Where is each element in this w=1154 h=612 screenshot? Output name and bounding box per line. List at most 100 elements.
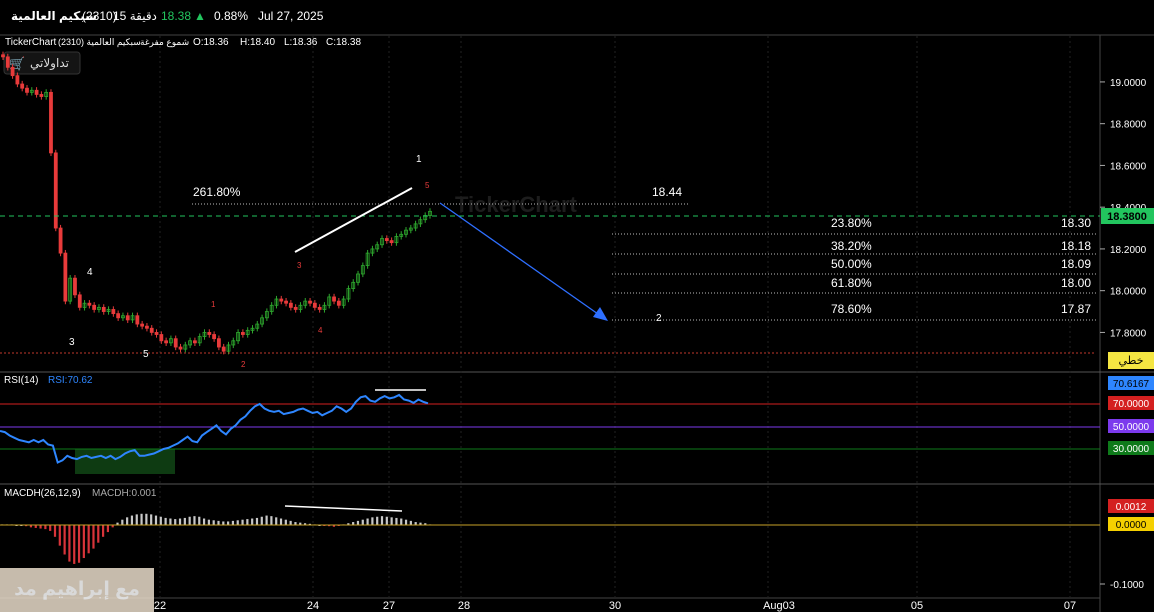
candle-body <box>25 87 29 93</box>
candle-body <box>34 89 39 95</box>
macd-bar <box>63 525 66 555</box>
fib-extension-pct: 261.80% <box>193 185 241 199</box>
rsi-line <box>0 393 429 464</box>
candle-body <box>53 152 58 229</box>
fib-pct-2: 38.20% <box>831 239 872 253</box>
candle-body <box>221 346 226 352</box>
macd-bar <box>159 516 162 525</box>
candle-body <box>212 334 217 340</box>
candle-body <box>308 300 312 304</box>
macd-bar <box>236 520 239 525</box>
macd-bar <box>385 516 388 525</box>
rsi-last-tag-text: 70.6167 <box>1113 379 1150 390</box>
candle-body <box>317 306 322 310</box>
wave-labels: 1 5 3 4 1 2 4 3 5 2 <box>69 154 662 369</box>
macd-bar <box>241 519 244 525</box>
macd-bar <box>366 518 369 525</box>
macd-bar <box>87 525 90 554</box>
chart-canvas[interactable]: TickerChart سبكيم العالمية (2310) شموع م… <box>0 0 1154 612</box>
projection-arrow[interactable] <box>439 202 599 315</box>
macd-bar <box>231 520 235 525</box>
macd-zero-tag-text: 0.0000 <box>1116 520 1147 531</box>
candle-body <box>336 300 341 306</box>
macd-bar <box>169 518 172 525</box>
macd-bar <box>193 516 196 525</box>
x-tick-label: 27 <box>383 600 395 612</box>
candle-body <box>216 338 221 348</box>
author-watermark: مع إبراهيم مد <box>0 568 154 612</box>
price-tick-label: 18.8000 <box>1110 120 1147 131</box>
x-tick-label: 30 <box>609 600 621 612</box>
wave-label-1: 1 <box>416 154 422 165</box>
macd-divergence-line[interactable] <box>284 505 403 512</box>
wave-label-4: 4 <box>87 267 93 278</box>
candle-body <box>73 277 77 296</box>
wave-label-5: 5 <box>143 349 149 360</box>
macd-bar <box>404 519 408 525</box>
candle-body <box>135 315 140 325</box>
macd-bar <box>77 525 81 563</box>
last-price-tag-text: 18.3800 <box>1107 211 1147 223</box>
price-tick-label: 18.6000 <box>1110 161 1147 172</box>
macd-bar <box>275 517 278 525</box>
macd-bar <box>135 514 138 525</box>
candle-body <box>154 332 159 335</box>
macd-bar <box>164 517 167 525</box>
fib-value-5: 17.87 <box>1061 302 1091 316</box>
chart-info-candle-type: شموع مفرغة <box>140 37 189 47</box>
candle-body <box>10 66 15 77</box>
candle-body <box>63 252 68 302</box>
candle-body <box>1 54 5 58</box>
x-tick-label: 05 <box>911 600 923 612</box>
rsi-value-label: RSI:70.62 <box>48 375 93 386</box>
price-tick-label: 18.2000 <box>1110 245 1147 256</box>
macd-bar <box>380 516 384 525</box>
macd-bar <box>376 516 379 525</box>
x-axis: 22 24 27 28 30 Aug03 05 07 <box>154 600 1076 612</box>
x-tick-label: 28 <box>458 600 470 612</box>
fib-retracement: 23.80% 18.30 38.20% 18.18 50.00% 18.09 6… <box>612 216 1096 321</box>
macd-bar <box>395 517 398 525</box>
macd-title: MACDH(26,12,9) <box>4 488 81 499</box>
candle-body <box>111 309 116 315</box>
macd-bar <box>265 515 268 525</box>
macd-bar <box>183 517 186 525</box>
candle-body <box>20 83 25 89</box>
wave-label-3-minor: 3 <box>297 261 302 270</box>
macd-bar <box>154 515 158 525</box>
candle-body <box>125 315 130 321</box>
candle-body <box>5 56 10 68</box>
wave-label-4-minor: 4 <box>318 326 323 335</box>
macd-bar <box>150 514 153 525</box>
ohlc-close: C:18.38 <box>326 37 361 48</box>
rsi-70-tag-text: 70.0000 <box>1113 399 1150 410</box>
macd-tick-label: -0.1000 <box>1110 580 1144 591</box>
candle-body <box>39 94 44 97</box>
fib-pct-3: 50.00% <box>831 257 872 271</box>
candle-body <box>77 294 82 308</box>
ohlc-low: L:18.36 <box>284 37 318 48</box>
candle-body <box>101 306 106 312</box>
candle-body <box>284 300 288 304</box>
candle-body <box>140 323 145 327</box>
macd-bar <box>409 520 412 525</box>
chart-info-symbol: سبكيم العالمية (2310) <box>58 37 141 48</box>
macd-bar <box>106 525 109 533</box>
projection-arrow-head <box>593 307 608 321</box>
date-separators <box>159 36 1071 598</box>
fib-extension-value: 18.44 <box>652 185 682 199</box>
macd-bar <box>39 525 42 529</box>
macd-bar <box>212 520 215 525</box>
fib-pct-4: 61.80% <box>831 276 872 290</box>
macd-bar <box>145 513 148 525</box>
macd-bar <box>121 519 124 525</box>
ohlc-open: O:18.36 <box>193 37 229 48</box>
rsi-30-tag-text: 30.0000 <box>1113 444 1150 455</box>
candle-body <box>279 298 284 302</box>
chart-style-label: خطي <box>1119 355 1144 367</box>
candlestick-series <box>1 51 432 355</box>
x-tick-label: 07 <box>1064 600 1076 612</box>
macd-bar <box>49 525 52 531</box>
macd-bar <box>356 520 360 525</box>
fib-value-3: 18.09 <box>1061 257 1091 271</box>
